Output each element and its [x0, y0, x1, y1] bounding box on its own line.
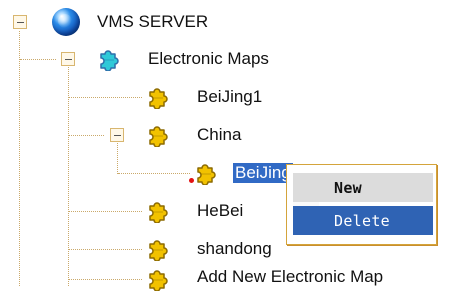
puzzle-icon [149, 270, 168, 291]
red-dot-icon [189, 178, 194, 183]
tree-line-beijing1-horizontal [69, 97, 142, 98]
tree-view: VMS SERVER Electronic Maps BeiJing1 Chin… [0, 0, 455, 291]
menu-item-new-label: New [334, 178, 362, 197]
root-node-label[interactable]: VMS SERVER [97, 12, 208, 32]
puzzle-icon [149, 88, 168, 109]
menu-item-new[interactable]: New [293, 173, 433, 202]
tree-line-add-map-horizontal [69, 279, 142, 280]
tree-line-shandong-horizontal [69, 249, 142, 250]
context-menu: New Delete [286, 164, 437, 245]
menu-item-delete-label: Delete [334, 211, 390, 230]
puzzle-icon [149, 202, 168, 223]
collapse-china-icon[interactable] [110, 128, 124, 142]
tree-item-add-new-electronic-map[interactable]: Add New Electronic Map [197, 267, 383, 287]
globe-icon [52, 8, 80, 36]
tree-item-china[interactable]: China [197, 125, 241, 145]
tree-line-root-vertical [19, 31, 20, 286]
tree-line-beijing-horizontal [118, 173, 190, 174]
puzzle-icon [149, 126, 168, 147]
tree-line-maps-horizontal [20, 59, 56, 60]
tree-item-beijing[interactable]: BeiJing [233, 163, 293, 183]
puzzle-icon [197, 164, 216, 185]
puzzle-icon [100, 50, 119, 71]
puzzle-icon [149, 240, 168, 261]
tree-line-hebei-horizontal [69, 211, 142, 212]
collapse-root-icon[interactable] [13, 15, 27, 29]
tree-item-beijing1[interactable]: BeiJing1 [197, 87, 262, 107]
menu-item-delete[interactable]: Delete [293, 206, 433, 235]
tree-line-maps-vertical [68, 60, 69, 286]
tree-item-shandong[interactable]: shandong [197, 239, 272, 259]
tree-line-china-horizontal [69, 135, 104, 136]
collapse-maps-icon[interactable] [61, 52, 75, 66]
electronic-maps-label[interactable]: Electronic Maps [148, 49, 269, 69]
tree-item-hebei[interactable]: HeBei [197, 201, 243, 221]
